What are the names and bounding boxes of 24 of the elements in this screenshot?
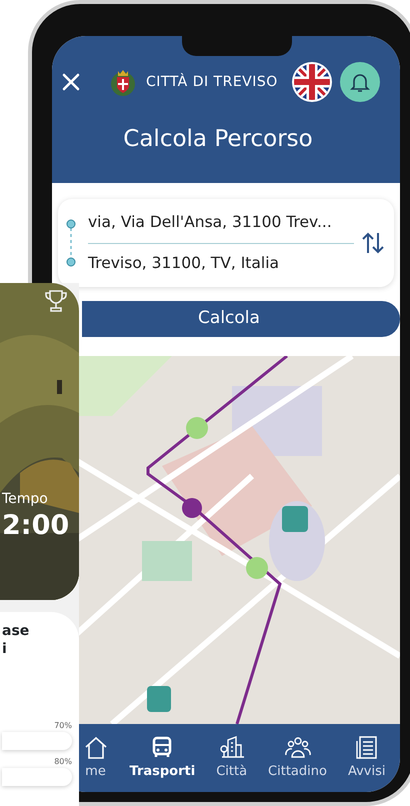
page-title: Calcola Percorso [122,125,314,154]
route-dots-icon [66,219,76,267]
document-icon [354,734,380,760]
buildings-icon [218,734,245,760]
people-icon [284,734,310,760]
card-text: i [1,640,7,658]
swap-icon[interactable] [362,231,384,255]
nav-tab[interactable]: me [82,734,108,782]
percent-label: 80% [54,756,72,768]
flag-icon[interactable] [292,62,332,102]
nav-tab[interactable]: Trasporti [130,734,196,782]
card-text: ase [1,622,30,640]
home-icon [82,734,108,760]
calculate-button[interactable]: Calcola [82,301,400,337]
destination-field[interactable]: Treviso, 31100, TV, Italia [88,244,354,275]
close-icon[interactable] [62,73,80,91]
notification-button[interactable] [340,62,380,102]
nav-tab[interactable]: Città [216,734,248,782]
city-name: CITTÀ DI TREVISO [146,72,278,92]
origin-field[interactable]: via, Via Dell'Ansa, 31100 Trev... [88,211,354,244]
nav-tab[interactable]: Avvisi [348,734,386,782]
percent-label: 70% [54,720,72,732]
nav-tab[interactable]: Cittadino [268,734,327,782]
bell-icon [350,71,370,93]
